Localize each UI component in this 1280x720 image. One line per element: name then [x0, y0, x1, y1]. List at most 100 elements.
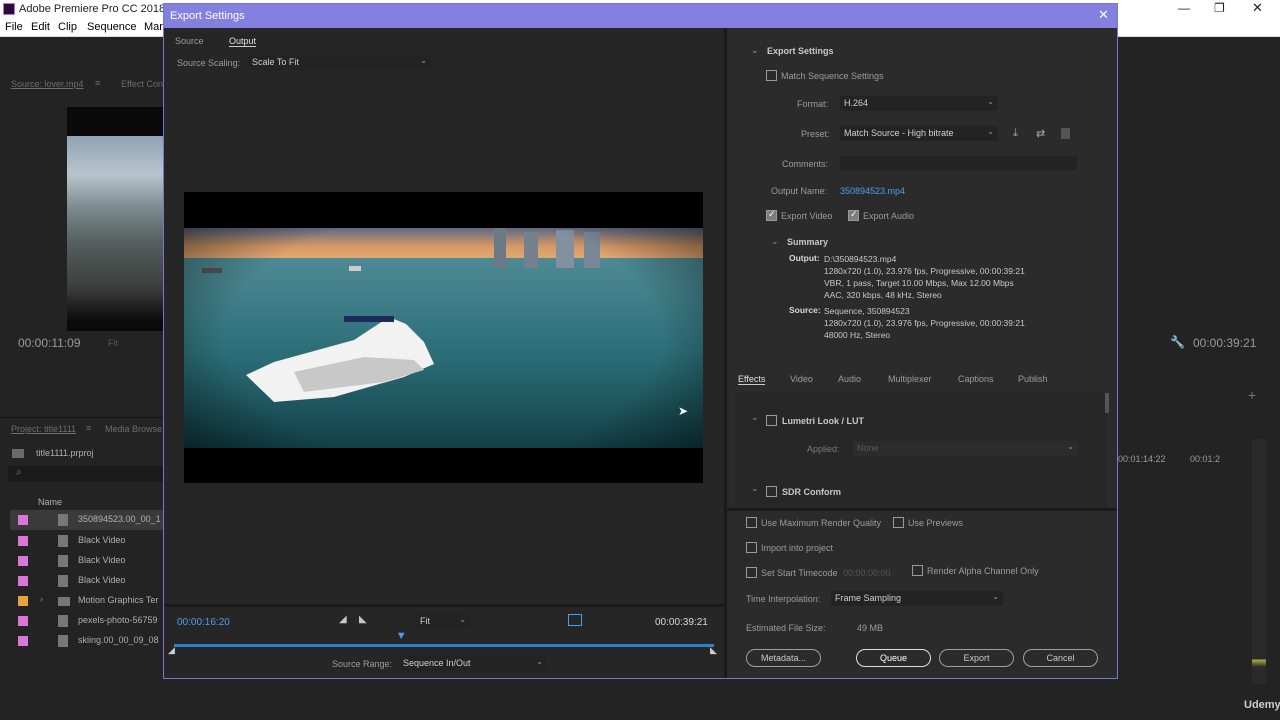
timeline-divider	[164, 604, 724, 607]
project-panel: Project: title1111 ≡ Media Browse title1…	[0, 417, 165, 700]
tab-audio[interactable]: Audio	[838, 374, 861, 384]
queue-button[interactable]: Queue	[856, 649, 931, 667]
restore-icon[interactable]: ❐	[1214, 1, 1225, 15]
export-button[interactable]: Export	[939, 649, 1014, 667]
preset-select[interactable]: Match Source - High bitrate ⌄	[840, 126, 998, 141]
list-item[interactable]: Black Video	[10, 531, 165, 551]
out-point-marker[interactable]: ◣	[710, 645, 717, 656]
close-window-icon[interactable]: ✕	[1252, 0, 1263, 16]
app-title: Adobe Premiere Pro CC 2018	[19, 3, 166, 15]
comments-input[interactable]	[840, 156, 1077, 170]
source-scaling-label: Source Scaling:	[177, 58, 241, 68]
tab-media-browser[interactable]: Media Browse	[105, 424, 162, 434]
tab-output[interactable]: Output	[229, 36, 257, 47]
use-previews-checkbox[interactable]	[893, 517, 904, 528]
collapse-export-settings-icon[interactable]: ⌄	[751, 45, 759, 56]
clip-icon	[58, 575, 68, 587]
current-timecode[interactable]: 00:00:16:20	[177, 617, 230, 628]
output-name-link[interactable]: 350894523.mp4	[840, 186, 905, 196]
collapse-sdr-icon[interactable]: ⌄	[751, 483, 759, 494]
tab-effect-controls[interactable]: Effect Con	[121, 79, 163, 89]
project-panel-menu-icon[interactable]: ≡	[86, 423, 91, 433]
export-audio-checkbox[interactable]	[848, 209, 859, 221]
tab-publish[interactable]: Publish	[1018, 374, 1048, 384]
wrench-icon[interactable]: 🔧	[1170, 335, 1185, 349]
label-color-swatch	[18, 536, 28, 546]
applied-select[interactable]: None ⌄	[853, 441, 1078, 456]
start-timecode-value[interactable]: 00:00:00:00	[843, 568, 891, 578]
tab-multiplexer[interactable]: Multiplexer	[888, 374, 932, 384]
options-pane: Use Maximum Render Quality Use Previews …	[727, 511, 1117, 678]
list-item[interactable]: Black Video	[10, 551, 165, 571]
source-zoom-select[interactable]: Fit	[108, 338, 118, 348]
format-select[interactable]: H.264 ⌄	[840, 96, 998, 111]
source-scaling-select[interactable]: Scale To Fit ⌄	[248, 55, 431, 70]
list-item-label: pexels-photo-56759	[78, 615, 158, 625]
in-point-marker[interactable]: ◢	[168, 645, 175, 656]
time-interpolation-select[interactable]: Frame Sampling ⌄	[831, 591, 1003, 606]
list-item[interactable]: Black Video	[10, 571, 165, 591]
summary-header: Summary	[787, 237, 829, 247]
aspect-correction-icon[interactable]	[568, 614, 582, 626]
collapse-summary-icon[interactable]: ⌄	[771, 236, 779, 247]
metadata-button[interactable]: Metadata...	[746, 649, 821, 667]
tab-source[interactable]: Source: lover.mp4	[11, 79, 84, 89]
match-sequence-checkbox[interactable]	[766, 70, 777, 81]
tab-effects[interactable]: Effects	[738, 374, 766, 385]
source-panel-menu-icon[interactable]: ≡	[95, 78, 100, 88]
lumetri-checkbox[interactable]	[766, 415, 777, 426]
fit-select[interactable]: Fit ⌄	[416, 614, 470, 629]
tab-video[interactable]: Video	[790, 374, 813, 384]
list-item[interactable]: pexels-photo-56759	[10, 611, 165, 631]
menu-markers[interactable]: Mar	[144, 21, 163, 33]
close-icon[interactable]: ✕	[1098, 7, 1109, 23]
project-folder-icon	[12, 449, 24, 458]
tab-project[interactable]: Project: title1111	[11, 424, 76, 434]
summary-source-line: 48000 Hz, Stereo	[824, 330, 891, 340]
sdr-conform-checkbox[interactable]	[766, 486, 777, 497]
tab-source[interactable]: Source	[175, 36, 204, 46]
max-render-quality-checkbox[interactable]	[746, 517, 757, 528]
import-into-project-label: Import into project	[761, 543, 834, 553]
label-color-swatch	[18, 515, 28, 525]
render-alpha-checkbox[interactable]	[912, 565, 923, 576]
project-col-name[interactable]: Name	[38, 497, 62, 507]
tab-captions[interactable]: Captions	[958, 374, 994, 384]
set-in-point-icon[interactable]: ◢	[339, 614, 347, 625]
source-range-select[interactable]: Sequence In/Out ⌄	[399, 656, 547, 671]
scrub-bar[interactable]	[174, 644, 714, 647]
playhead-handle[interactable]: ▼	[396, 630, 407, 642]
save-preset-icon[interactable]: ⤓	[1013, 127, 1018, 140]
cancel-button[interactable]: Cancel	[1023, 649, 1098, 667]
set-start-timecode-checkbox[interactable]	[746, 567, 757, 578]
menu-clip[interactable]: Clip	[58, 21, 77, 33]
source-scaling-value: Scale To Fit	[252, 57, 299, 67]
import-preset-icon[interactable]: ⇄	[1036, 127, 1045, 140]
list-item[interactable]: › Motion Graphics Ter	[10, 591, 165, 611]
collapse-lumetri-icon[interactable]: ⌄	[751, 412, 759, 423]
match-sequence-label: Match Sequence Settings	[781, 71, 884, 81]
minimize-icon[interactable]: —	[1178, 1, 1190, 15]
list-item-label: skiing.00_00_09_08	[78, 635, 159, 645]
source-preview-image	[67, 107, 163, 331]
add-icon[interactable]: +	[1248, 387, 1256, 403]
preset-label: Preset:	[801, 129, 830, 139]
label-color-swatch	[18, 636, 28, 646]
project-search-input[interactable]: ⌕	[8, 466, 163, 482]
chevron-right-icon[interactable]: ›	[40, 594, 43, 604]
menu-edit[interactable]: Edit	[31, 21, 50, 33]
list-item[interactable]: 350894523.00_00_1	[10, 510, 165, 530]
delete-preset-icon[interactable]	[1061, 128, 1070, 139]
menu-file[interactable]: File	[5, 21, 23, 33]
import-into-project-checkbox[interactable]	[746, 542, 757, 553]
set-out-point-icon[interactable]: ◣	[359, 614, 367, 625]
chevron-down-icon: ⌄	[1067, 442, 1074, 451]
menu-sequence[interactable]: Sequence	[87, 21, 137, 33]
label-color-swatch	[18, 596, 28, 606]
clip-icon	[58, 635, 68, 647]
settings-pane: ⌄ Export Settings Match Sequence Setting…	[727, 28, 1117, 508]
scrollbar-thumb[interactable]	[1105, 393, 1109, 413]
list-item[interactable]: skiing.00_00_09_08	[10, 631, 165, 651]
source-monitor: Source: lover.mp4 ≡ Effect Con 00:00:11:…	[0, 70, 163, 410]
export-video-checkbox[interactable]	[766, 209, 777, 221]
